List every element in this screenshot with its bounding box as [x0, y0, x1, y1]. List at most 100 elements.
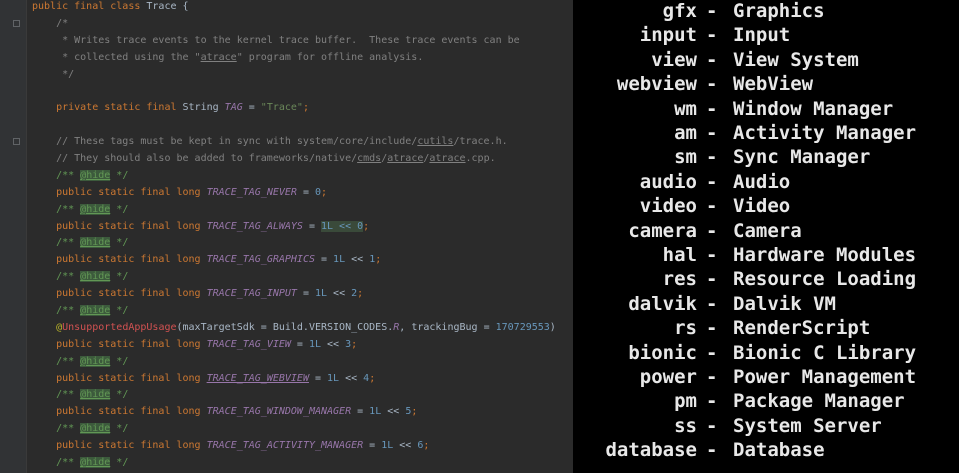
code-line[interactable]: public static final long TRACE_TAG_ALWAY… — [32, 219, 573, 236]
code-token: @hide — [80, 169, 111, 181]
category-name: wm — [674, 97, 697, 120]
category-row: am - Activity Manager — [573, 121, 959, 145]
category-row: video - Video — [573, 194, 959, 218]
code-line[interactable]: public static final long TRACE_TAG_WEBVI… — [32, 371, 573, 388]
code-token: ; — [369, 372, 376, 384]
code-token: /trace.h. — [453, 136, 508, 148]
category-separator: - — [706, 317, 718, 340]
code-line[interactable] — [32, 117, 573, 134]
code-token: */ — [110, 237, 129, 249]
fold-marker-icon[interactable] — [13, 138, 20, 145]
category-separator: - — [706, 0, 718, 22]
category-name: res — [662, 268, 697, 291]
category-separator: - — [706, 97, 718, 120]
code-token: << — [321, 338, 346, 350]
code-line[interactable]: private static final String TAG = "Trace… — [32, 100, 573, 117]
category-row: res - Resource Loading — [573, 267, 959, 291]
category-description: WebView — [733, 73, 814, 96]
code-token: public static final long — [32, 288, 207, 300]
code-line[interactable]: public static final long TRACE_TAG_NEVER… — [32, 185, 573, 202]
code-line[interactable]: public static final long TRACE_TAG_GRAPH… — [32, 252, 573, 269]
category-row: hal - Hardware Modules — [573, 243, 959, 267]
code-token: */ — [110, 271, 129, 283]
category-name: camera — [628, 219, 697, 242]
code-token: /** — [32, 271, 81, 283]
category-name: webview — [616, 73, 697, 96]
code-token: * collected using the " — [32, 51, 201, 63]
code-token: 1L — [369, 406, 382, 418]
code-line[interactable]: * Writes trace events to the kernel trac… — [32, 33, 573, 50]
code-token: UnsupportedAppUsage — [62, 321, 177, 333]
code-token: 1L — [314, 288, 328, 300]
code-token: << — [393, 440, 418, 452]
code-line[interactable]: @UnsupportedAppUsage(maxTargetSdk = Buil… — [32, 320, 573, 337]
code-token: << — [327, 288, 352, 300]
category-row: wm - Window Manager — [573, 97, 959, 121]
category-name: gfx — [662, 0, 697, 22]
code-token: @hide — [80, 457, 111, 469]
code-token: public static final long — [32, 440, 207, 452]
code-token: * Writes trace events to the kernel trac… — [32, 34, 520, 46]
category-description: Graphics — [733, 0, 825, 22]
code-token: "Trace" — [260, 102, 303, 114]
code-line[interactable]: /** @hide */ — [32, 235, 573, 252]
code-line[interactable]: /** @hide */ — [32, 354, 573, 371]
category-row: input - Input — [573, 23, 959, 47]
code-line[interactable]: /** @hide */ — [32, 421, 573, 438]
code-line[interactable]: /** @hide */ — [32, 455, 573, 472]
category-row: rs - RenderScript — [573, 316, 959, 340]
code-editor-pane[interactable]: public final class Trace { /* * Writes t… — [0, 0, 573, 473]
code-token: private static final — [32, 102, 183, 114]
code-line[interactable]: /** @hide */ — [32, 387, 573, 404]
code-token: /** — [32, 423, 81, 435]
category-separator: - — [706, 24, 718, 47]
code-token: @hide — [80, 355, 111, 367]
code-text[interactable]: public final class Trace { /* * Writes t… — [32, 0, 573, 472]
category-separator: - — [706, 48, 718, 71]
category-row: sm - Sync Manager — [573, 145, 959, 169]
category-description: RenderScript — [733, 317, 871, 340]
code-line[interactable]: */ — [32, 67, 573, 84]
code-line[interactable]: public static final long TRACE_TAG_VIEW … — [32, 337, 573, 354]
code-token: atrace — [429, 153, 466, 165]
category-description: Camera — [733, 219, 802, 242]
category-name: dalvik — [628, 292, 697, 315]
code-token: @hide — [80, 305, 111, 317]
code-line[interactable]: * collected using the "atrace" program f… — [32, 50, 573, 67]
category-row: pm - Package Manager — [573, 389, 959, 413]
category-separator: - — [706, 366, 718, 388]
code-line[interactable]: public static final long TRACE_TAG_ACTIV… — [32, 438, 573, 455]
category-separator: - — [706, 268, 718, 291]
category-row: camera - Camera — [573, 219, 959, 243]
code-line[interactable]: /** @hide */ — [32, 269, 573, 286]
code-line[interactable]: /* — [32, 16, 573, 33]
category-description: Resource Loading — [733, 268, 917, 291]
code-token: // They should also be added to framewor… — [32, 153, 358, 165]
code-token: Trace { — [146, 1, 189, 12]
category-separator: - — [706, 122, 718, 144]
code-line[interactable]: /** @hide */ — [32, 303, 573, 320]
code-line[interactable]: public static final long TRACE_TAG_WINDO… — [32, 404, 573, 421]
category-description: Sync Manager — [733, 146, 871, 169]
code-token: ; — [411, 406, 418, 418]
code-token: 1L — [327, 372, 340, 384]
code-line[interactable]: // They should also be added to framewor… — [32, 151, 573, 168]
category-separator: - — [706, 244, 718, 266]
terminal-pane: gfx - Graphics input - Input view - View System w… — [573, 0, 959, 473]
code-token: */ — [110, 203, 129, 215]
code-line[interactable]: public static final long TRACE_TAG_INPUT… — [32, 286, 573, 303]
code-line[interactable]: /** @hide */ — [32, 168, 573, 185]
code-token: = — [296, 186, 315, 198]
code-line[interactable] — [32, 83, 573, 100]
code-token: ; — [321, 186, 328, 198]
code-token: .cpp. — [465, 153, 496, 165]
code-token: */ — [110, 389, 129, 401]
code-line[interactable]: public final class Trace { — [32, 0, 573, 16]
code-token: */ — [110, 423, 129, 435]
fold-marker-icon[interactable] — [13, 20, 20, 27]
code-token: atrace — [387, 153, 424, 165]
code-line[interactable]: // These tags must be kept in sync with … — [32, 134, 573, 151]
code-line[interactable]: /** @hide */ — [32, 202, 573, 219]
code-token: cmds — [357, 153, 382, 165]
category-separator: - — [706, 439, 718, 462]
